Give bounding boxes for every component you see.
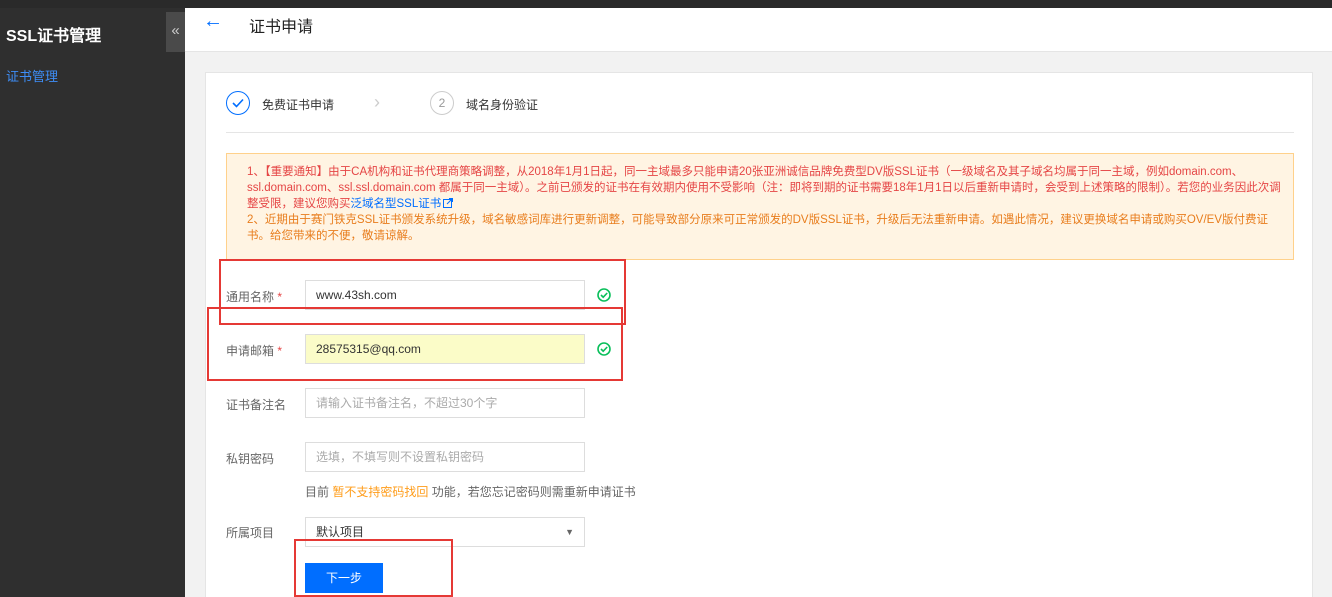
wildcard-cert-link[interactable]: 泛域名型SSL证书 (351, 198, 442, 210)
check-circle-icon (597, 342, 611, 356)
notice-line-2: 2、近期由于赛门铁克SSL证书颁发系统升级，域名敏感词库进行更新调整，可能导致部… (247, 214, 1268, 242)
dropdown-arrow-icon: ▼ (565, 527, 574, 537)
back-arrow-icon[interactable]: ← (203, 10, 223, 33)
no-recovery-warning: 暂不支持密码找回 (332, 485, 429, 499)
page-header: ← 证书申请 (185, 8, 1332, 52)
private-key-label: 私钥密码 (226, 452, 275, 466)
project-select[interactable]: 默认项目 ▼ (305, 517, 585, 547)
notice-box: 1、【重要通知】由于CA机构和证书代理商策略调整，从2018年1月1日起，同一主… (226, 153, 1294, 260)
external-link-icon[interactable] (443, 198, 454, 208)
notice-line-1: 1、【重要通知】由于CA机构和证书代理商策略调整，从2018年1月1日起，同一主… (247, 166, 1281, 210)
common-name-input[interactable]: www.43sh.com (305, 280, 585, 310)
page-title: 证书申请 (249, 19, 314, 36)
step-1-label: 免费证书申请 (262, 98, 335, 112)
main-card: 免费证书申请 › 2 域名身份验证 1、【重要通知】由于CA机构和证书代理商策略… (205, 72, 1313, 597)
collapse-sidebar-icon[interactable]: « (166, 12, 185, 52)
remark-label: 证书备注名 (226, 398, 287, 412)
step-2-number: 2 (430, 91, 454, 115)
top-bar (0, 0, 1332, 8)
email-input[interactable]: 28575315@qq.com (305, 334, 585, 364)
sidebar: SSL证书管理 « 证书管理 (0, 8, 185, 597)
step-1-check-icon (226, 91, 250, 115)
sidebar-item-cert-management[interactable]: 证书管理 (6, 66, 58, 85)
private-key-input[interactable]: 选填，不填写则不设置私钥密码 (305, 442, 585, 472)
common-name-label: 通用名称 * (226, 290, 283, 304)
project-label: 所属项目 (226, 526, 275, 540)
sidebar-title: SSL证书管理 (6, 28, 102, 45)
steps-bar: 免费证书申请 › 2 域名身份验证 (226, 89, 1294, 133)
email-label: 申请邮箱 * (226, 344, 283, 358)
check-circle-icon (597, 288, 611, 302)
password-hint: 目前 暂不支持密码找回 功能，若您忘记密码则需重新申请证书 (305, 485, 636, 499)
next-step-button[interactable]: 下一步 (305, 563, 383, 593)
project-select-value: 默认项目 (316, 525, 365, 539)
chevron-right-icon: › (374, 92, 380, 112)
step-2-label: 域名身份验证 (466, 98, 539, 112)
remark-input[interactable]: 请输入证书备注名，不超过30个字 (305, 388, 585, 418)
